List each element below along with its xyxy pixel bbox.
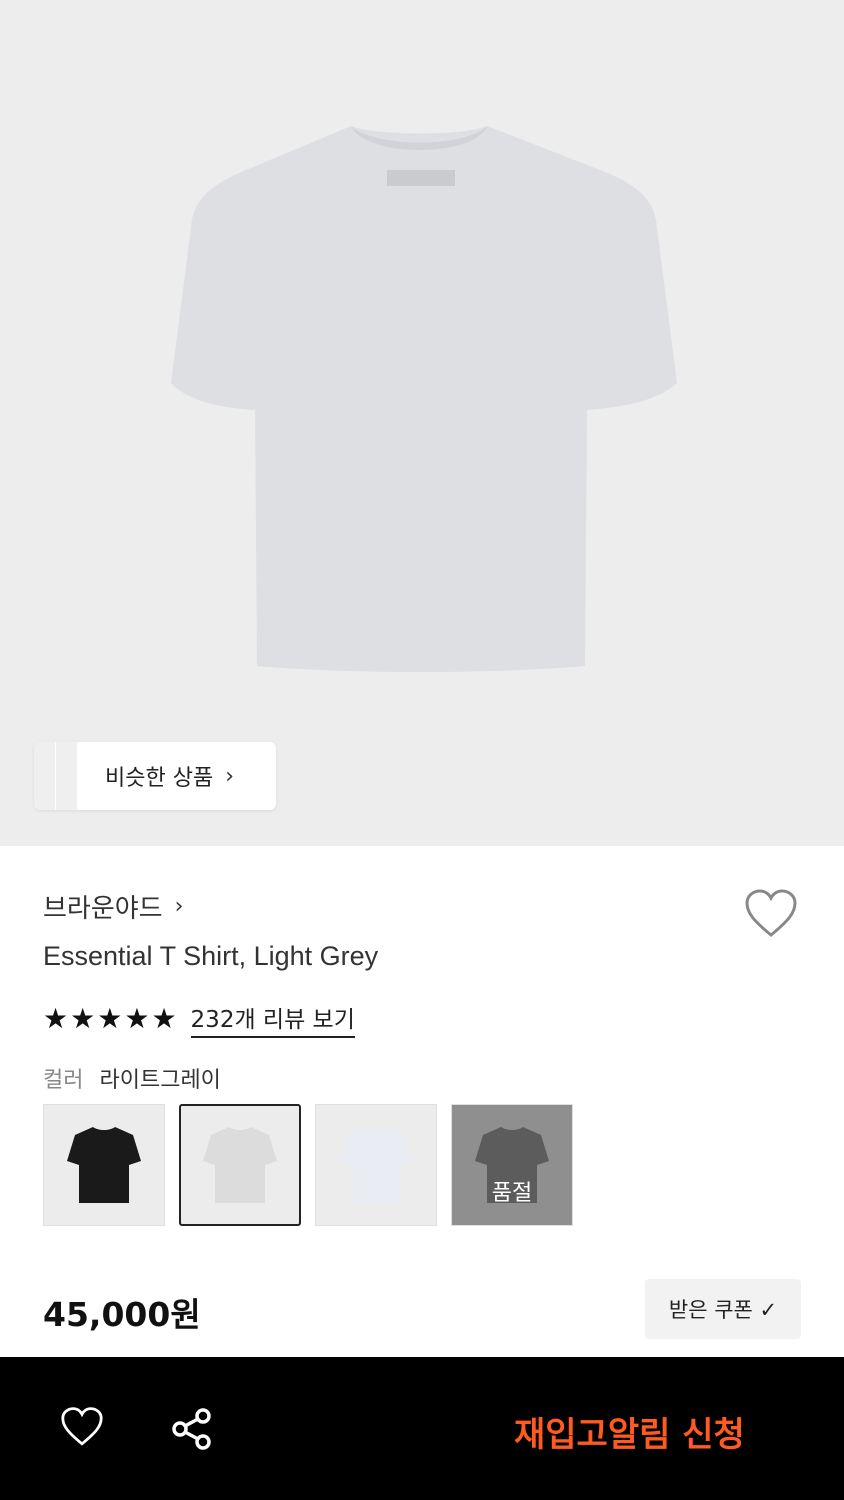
color-key: 컬러 bbox=[43, 1068, 84, 1093]
product-title: Essential T Shirt, Light Grey bbox=[43, 941, 379, 971]
sold-out-label: 품절 bbox=[491, 1181, 533, 1206]
received-coupon-button[interactable]: 받은 쿠폰 ✓ bbox=[645, 1279, 801, 1339]
star-icon: ★ bbox=[124, 1002, 150, 1035]
star-icon: ★ bbox=[97, 1002, 123, 1035]
swatch-black[interactable] bbox=[43, 1104, 165, 1226]
star-icon: ★ bbox=[70, 1002, 96, 1035]
heart-icon[interactable] bbox=[60, 1407, 104, 1447]
star-icon: ★ bbox=[151, 1002, 177, 1035]
similar-products-label: 비슷한 상품 bbox=[105, 766, 214, 791]
rating-stars: ★ ★ ★ ★ ★ bbox=[43, 1005, 177, 1033]
tshirt-thumb bbox=[339, 1127, 413, 1203]
review-link[interactable]: 232개 리뷰 보기 bbox=[190, 1000, 355, 1038]
tshirt-thumb bbox=[203, 1127, 277, 1203]
color-info: 컬러 라이트그레이 bbox=[43, 1062, 221, 1094]
color-swatches: 품절 bbox=[43, 1104, 573, 1226]
similar-products-button[interactable]: 비슷한 상품 › bbox=[34, 742, 276, 810]
price: 45,000원 bbox=[43, 1295, 201, 1334]
swatch-light-grey[interactable] bbox=[179, 1104, 301, 1226]
brand-link[interactable]: 브라운야드 › bbox=[43, 888, 183, 925]
swatch-charcoal-sold-out[interactable]: 품절 bbox=[451, 1104, 573, 1226]
star-icon: ★ bbox=[43, 1002, 69, 1035]
similar-thumbnails bbox=[34, 742, 78, 810]
heart-icon[interactable] bbox=[744, 889, 798, 939]
share-icon[interactable] bbox=[170, 1407, 214, 1451]
product-tshirt-image bbox=[171, 126, 677, 672]
tshirt-thumb bbox=[67, 1127, 141, 1203]
brand-name: 브라운야드 bbox=[43, 894, 163, 924]
product-image-area[interactable]: 비슷한 상품 › bbox=[0, 0, 844, 846]
rating-row: ★ ★ ★ ★ ★ 232개 리뷰 보기 bbox=[43, 1000, 355, 1038]
color-value: 라이트그레이 bbox=[99, 1068, 221, 1093]
bottom-action-bar: 재입고알림 신청 bbox=[0, 1357, 844, 1500]
chevron-right-icon: › bbox=[225, 763, 235, 789]
swatch-white[interactable] bbox=[315, 1104, 437, 1226]
chevron-right-icon: › bbox=[174, 894, 184, 919]
restock-alert-button[interactable]: 재입고알림 신청 bbox=[514, 1407, 745, 1456]
